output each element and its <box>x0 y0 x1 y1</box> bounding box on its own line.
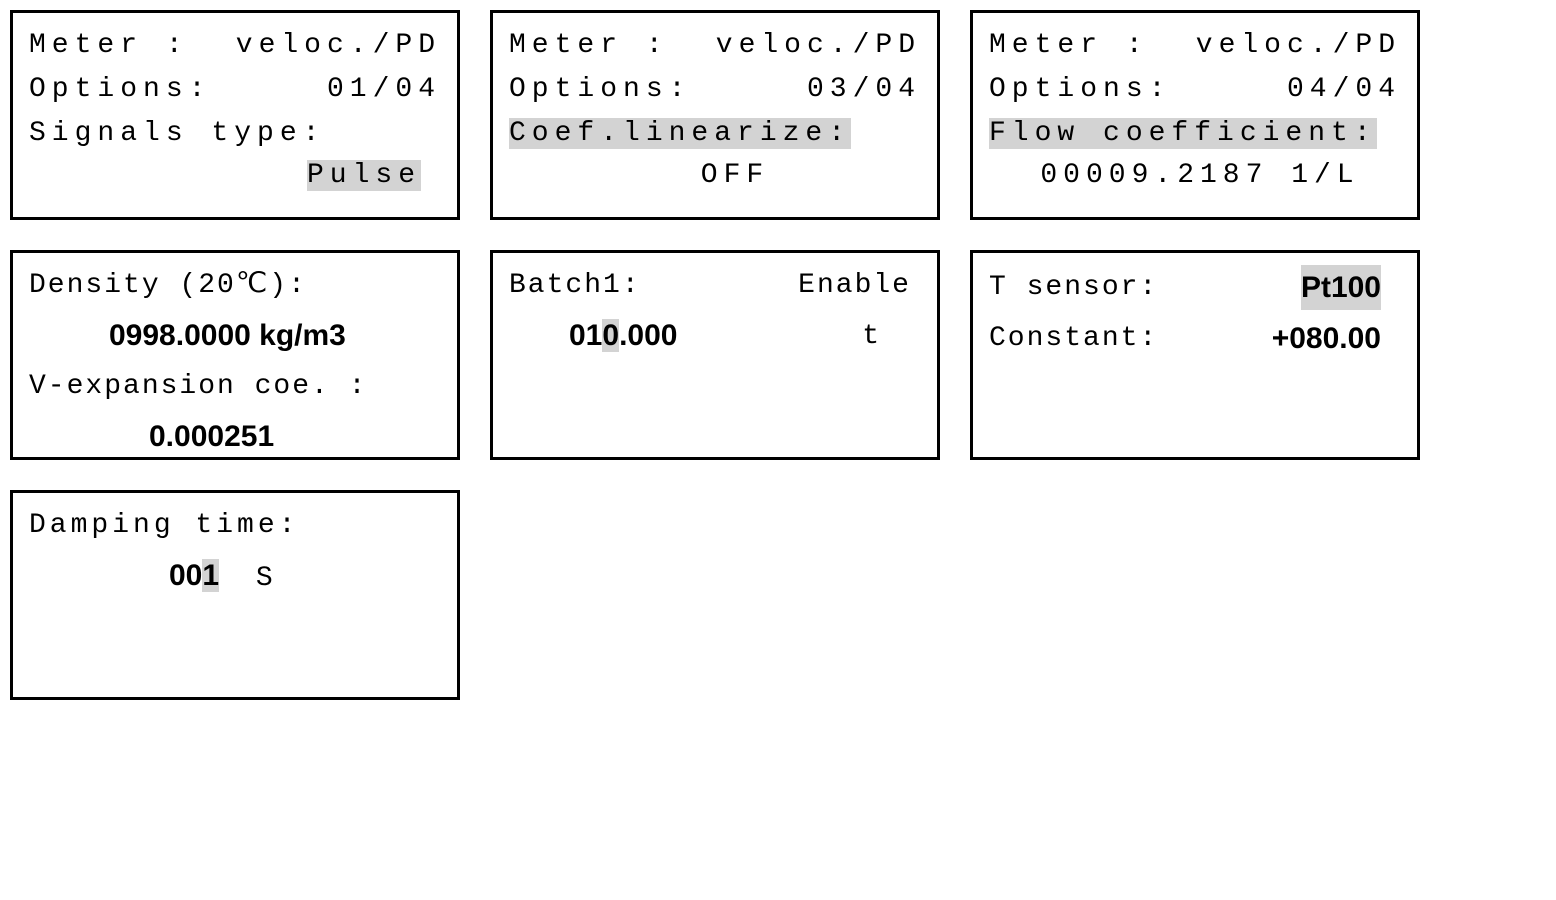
flow-coefficient-value: 00009.2187 1/L <box>1040 160 1359 191</box>
v-expansion-label: V-expansion coe. : <box>29 371 367 402</box>
panel-t-sensor[interactable]: T sensor: Pt100 Constant: +080.00 <box>970 250 1420 460</box>
options-value: 01/04 <box>327 69 441 111</box>
damping-cursor[interactable]: 1 <box>202 559 219 592</box>
options-value: 04/04 <box>1287 69 1401 111</box>
panel-signals-type[interactable]: Meter : veloc./PD Options: 01/04 Signals… <box>10 10 460 220</box>
meter-label: Meter : <box>509 25 669 67</box>
constant-label: Constant: <box>989 318 1158 360</box>
constant-value[interactable]: +080.00 <box>1272 316 1381 361</box>
v-expansion-value[interactable]: 0.000251 <box>149 420 274 453</box>
options-value: 03/04 <box>807 69 921 111</box>
damping-time-value[interactable]: 001 <box>169 563 236 594</box>
meter-label: Meter : <box>989 25 1149 67</box>
signals-type-value[interactable]: Pulse <box>307 160 421 191</box>
panel-damping-time[interactable]: Damping time: 001 S <box>10 490 460 700</box>
meter-value: veloc./PD <box>716 25 921 67</box>
batch-cursor[interactable]: 0 <box>602 319 619 352</box>
batch-unit: t <box>862 316 881 358</box>
damping-unit: S <box>256 563 275 594</box>
options-label: Options: <box>509 69 691 111</box>
options-label: Options: <box>29 69 211 111</box>
meter-value: veloc./PD <box>1196 25 1401 67</box>
meter-value: veloc./PD <box>236 25 441 67</box>
flow-coefficient-label[interactable]: Flow coefficient: <box>989 118 1377 149</box>
t-sensor-label: T sensor: <box>989 267 1158 309</box>
panel-coef-linearize[interactable]: Meter : veloc./PD Options: 03/04 Coef.li… <box>490 10 940 220</box>
panel-flow-coefficient[interactable]: Meter : veloc./PD Options: 04/04 Flow co… <box>970 10 1420 220</box>
damping-time-label: Damping time: <box>29 510 299 541</box>
panel-density[interactable]: Density (20℃): 0998.0000 kg/m3 V-expansi… <box>10 250 460 460</box>
coef-linearize-label[interactable]: Coef.linearize: <box>509 118 851 149</box>
batch-label: Batch1: <box>509 265 641 307</box>
panel-batch[interactable]: Batch1: Enable 010.000 t <box>490 250 940 460</box>
coef-linearize-value: OFF <box>701 160 769 191</box>
signals-type-label: Signals type: <box>29 118 325 149</box>
options-label: Options: <box>989 69 1171 111</box>
density-value[interactable]: 0998.0000 kg/m3 <box>109 319 346 352</box>
meter-label: Meter : <box>29 25 189 67</box>
t-sensor-value[interactable]: Pt100 <box>1301 265 1381 310</box>
batch-status[interactable]: Enable <box>798 265 911 307</box>
batch-value[interactable]: 010.000 <box>569 313 677 360</box>
density-label: Density (20℃): <box>29 270 307 301</box>
